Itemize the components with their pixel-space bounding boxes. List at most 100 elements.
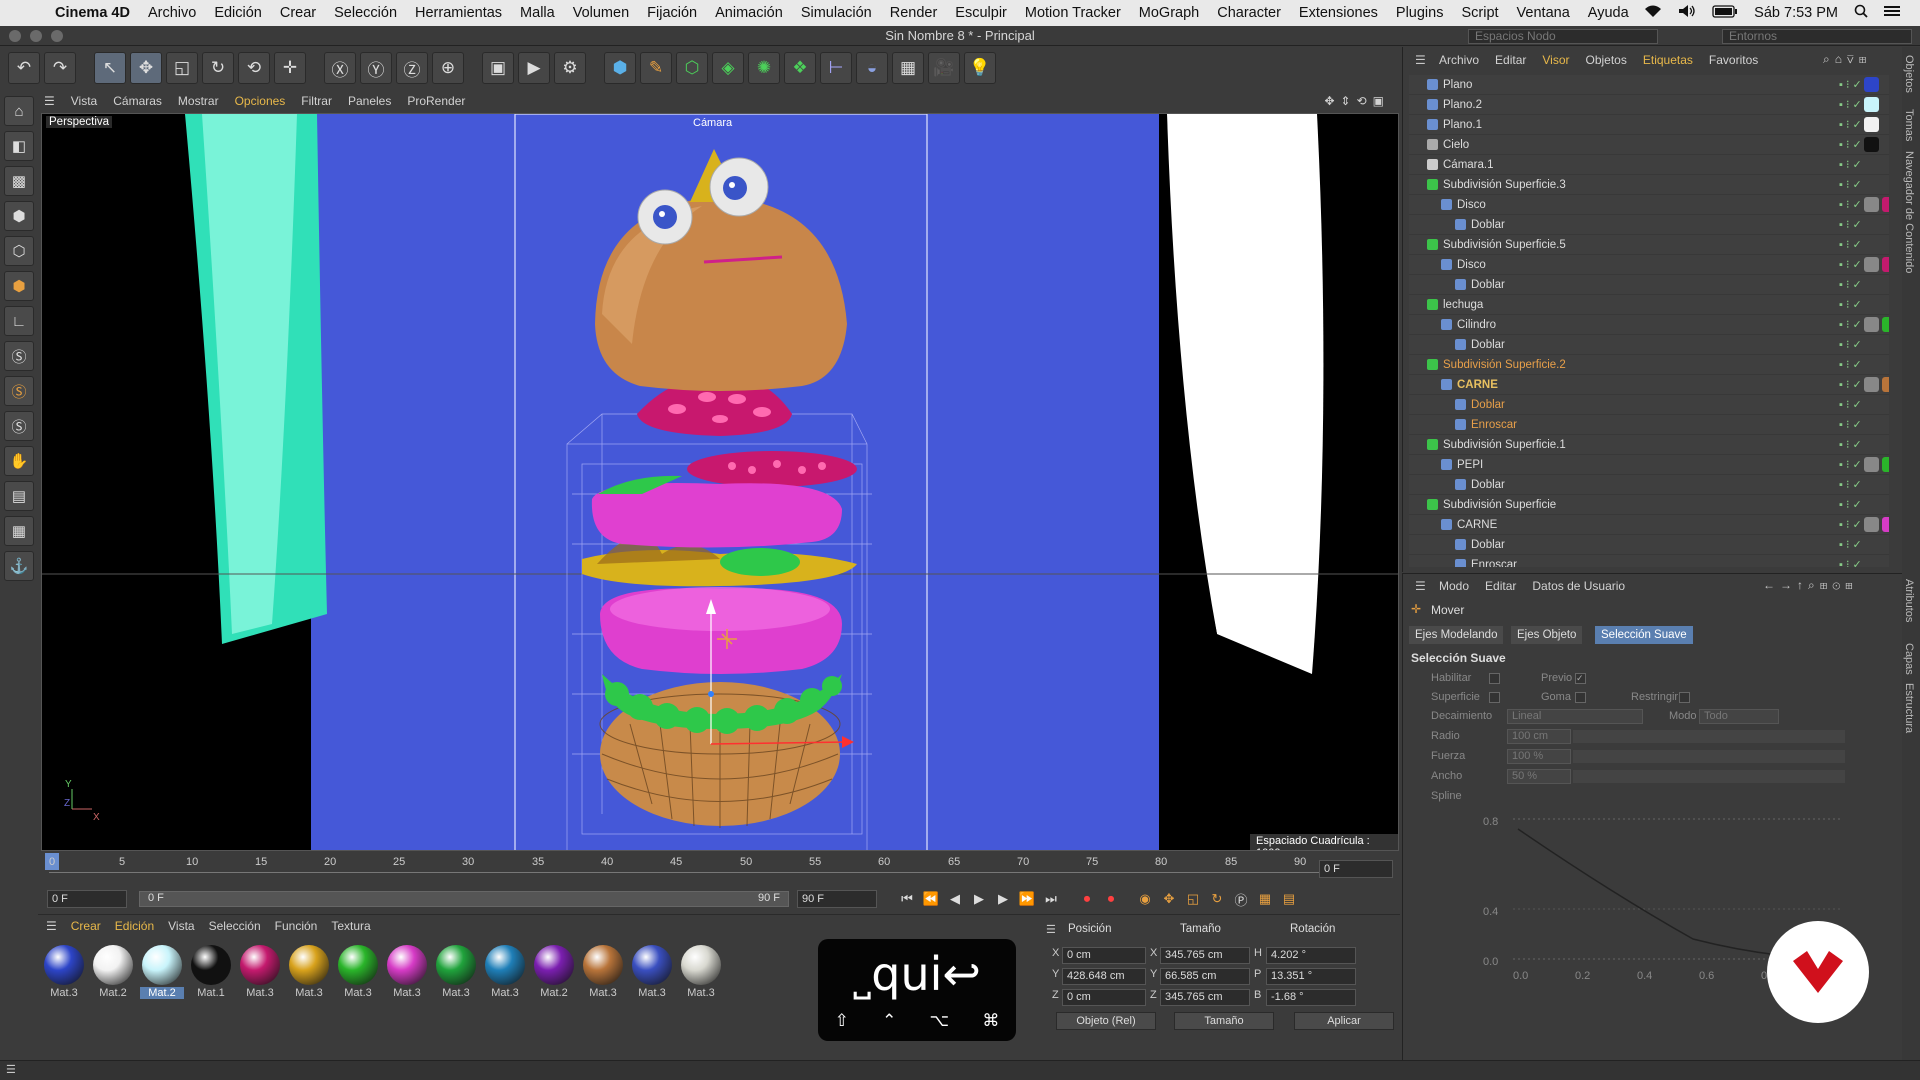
menu-render[interactable]: Render xyxy=(881,5,947,21)
attribute-menu-editar[interactable]: Editar xyxy=(1485,579,1516,593)
object-row[interactable]: Enroscar ▪ ⁝ ✓ xyxy=(1409,555,1889,567)
menu-mograph[interactable]: MoGraph xyxy=(1130,5,1208,21)
material-swatch[interactable]: Mat.3 xyxy=(483,945,527,1003)
subdivision-surface-icon[interactable]: ⬡ xyxy=(676,52,708,84)
object-row[interactable]: Plano.1 ▪ ⁝ ✓ xyxy=(1409,115,1889,135)
key-scale-icon[interactable]: ◱ xyxy=(1181,888,1205,910)
menu-ayuda[interactable]: Ayuda xyxy=(1579,5,1638,21)
material-tag-icon[interactable] xyxy=(1864,257,1879,272)
viewport-menu-vista[interactable]: Vista xyxy=(71,94,97,108)
move-tool-icon[interactable]: ✥ xyxy=(130,52,162,84)
coordinate-system-icon[interactable]: ⊕ xyxy=(432,52,464,84)
object-menu-editar[interactable]: Editar xyxy=(1495,53,1526,67)
object-row[interactable]: lechuga ▪ ⁝ ✓ xyxy=(1409,295,1889,315)
viewport-menu-prorender[interactable]: ProRender xyxy=(407,94,465,108)
viewport-menu-filtrar[interactable]: Filtrar xyxy=(301,94,332,108)
object-row[interactable]: Doblar ▪ ⁝ ✓ xyxy=(1409,215,1889,235)
wifi-icon[interactable] xyxy=(1644,4,1662,22)
object-row[interactable]: Cilindro ▪ ⁝ ✓ xyxy=(1409,315,1889,335)
material-swatch[interactable]: Mat.3 xyxy=(42,945,86,1003)
surface-checkbox[interactable] xyxy=(1489,692,1500,703)
enable-checkbox[interactable] xyxy=(1489,673,1500,684)
viewport-menu-mostrar[interactable]: Mostrar xyxy=(178,94,219,108)
object-name[interactable]: Doblar xyxy=(1471,535,1505,555)
next-frame-icon[interactable]: ▶ xyxy=(991,888,1015,910)
object-row[interactable]: Plano ▪ ⁝ ✓ xyxy=(1409,75,1889,95)
object-name[interactable]: Doblar xyxy=(1471,395,1505,415)
object-name[interactable]: CARNE xyxy=(1457,515,1497,535)
floor-icon[interactable]: ▦ xyxy=(892,52,924,84)
timeline-ruler[interactable]: 0 5 10 15 20 25 30 35 40 45 50 55 60 65 … xyxy=(41,852,1399,886)
object-row[interactable]: CARNE ▪ ⁝ ✓ xyxy=(1409,515,1889,535)
material-tag-icon[interactable] xyxy=(1882,257,1889,272)
visibility-check-icon[interactable]: ▪ ⁝ ✓ xyxy=(1839,255,1862,275)
autokey-icon[interactable]: ⏺ xyxy=(1099,888,1123,910)
previous-frame-icon[interactable]: ◀ xyxy=(943,888,967,910)
key-pla-icon[interactable]: ▦ xyxy=(1253,888,1277,910)
object-row[interactable]: Subdivisión Superficie.5 ▪ ⁝ ✓ xyxy=(1409,235,1889,255)
object-menu-favoritos[interactable]: Favoritos xyxy=(1709,53,1758,67)
object-name[interactable]: lechuga xyxy=(1443,295,1483,315)
key-rotation-icon[interactable]: ↻ xyxy=(1205,888,1229,910)
key-position-icon[interactable]: ✥ xyxy=(1157,888,1181,910)
object-name[interactable]: Plano xyxy=(1443,75,1472,95)
menu-edicion[interactable]: Edición xyxy=(205,5,271,21)
next-key-icon[interactable]: ⏩ xyxy=(1015,888,1039,910)
pen-spline-icon[interactable]: ✎ xyxy=(640,52,672,84)
object-menu-etiquetas[interactable]: Etiquetas xyxy=(1643,53,1693,67)
viewport-hamburger-icon[interactable]: ☰ xyxy=(44,94,55,108)
object-row[interactable]: Subdivisión Superficie.2 ▪ ⁝ ✓ xyxy=(1409,355,1889,375)
object-row[interactable]: Doblar ▪ ⁝ ✓ xyxy=(1409,475,1889,495)
menu-archivo[interactable]: Archivo xyxy=(139,5,205,21)
3d-viewport[interactable]: Perspectiva Cámara Y X Z Espaciado Cuadr… xyxy=(41,113,1399,851)
menu-volumen[interactable]: Volumen xyxy=(564,5,638,21)
model-mode-icon[interactable]: ◧ xyxy=(4,131,34,161)
object-name[interactable]: Doblar xyxy=(1471,275,1505,295)
visibility-check-icon[interactable]: ▪ ⁝ ✓ xyxy=(1839,75,1862,95)
visibility-check-icon[interactable]: ▪ ⁝ ✓ xyxy=(1839,295,1862,315)
play-icon[interactable]: ▶ xyxy=(967,888,991,910)
material-swatch[interactable]: Mat.1 xyxy=(189,945,233,1003)
visibility-check-icon[interactable]: ▪ ⁝ ✓ xyxy=(1839,475,1862,495)
material-swatch[interactable]: Mat.2 xyxy=(140,945,184,1003)
visibility-check-icon[interactable]: ▪ ⁝ ✓ xyxy=(1839,415,1862,435)
cube-primitive-icon[interactable]: ⬢ xyxy=(604,52,636,84)
strength-field[interactable]: 100 % xyxy=(1507,749,1571,764)
object-name[interactable]: Subdivisión Superficie xyxy=(1443,495,1556,515)
object-name[interactable]: Cilindro xyxy=(1457,315,1496,335)
rotation-field[interactable]: -1.68 ° xyxy=(1266,989,1356,1006)
snap-settings-icon[interactable]: Ⓢ xyxy=(4,376,34,406)
object-row[interactable]: Doblar ▪ ⁝ ✓ xyxy=(1409,335,1889,355)
material-tag-icon[interactable] xyxy=(1882,377,1889,392)
object-name[interactable]: Plano.2 xyxy=(1443,95,1482,115)
visibility-check-icon[interactable]: ▪ ⁝ ✓ xyxy=(1839,455,1862,475)
mode-dropdown[interactable]: Todo xyxy=(1699,709,1779,724)
position-field[interactable]: 428.648 cm xyxy=(1062,968,1146,985)
menu-esculpir[interactable]: Esculpir xyxy=(946,5,1016,21)
object-name[interactable]: CARNE xyxy=(1457,375,1498,395)
material-swatch[interactable]: Mat.3 xyxy=(434,945,478,1003)
clock[interactable]: Sáb 7:53 PM xyxy=(1754,5,1838,21)
viewport-menu-opciones[interactable]: Opciones xyxy=(235,94,286,108)
visibility-check-icon[interactable]: ▪ ⁝ ✓ xyxy=(1839,555,1862,567)
field-icon[interactable]: ⊢ xyxy=(820,52,852,84)
size-mode-dropdown[interactable]: Tamaño xyxy=(1174,1012,1274,1030)
menu-script[interactable]: Script xyxy=(1452,5,1507,21)
record-icon[interactable]: ⏺ xyxy=(1075,888,1099,910)
width-field[interactable]: 50 % xyxy=(1507,769,1571,784)
redo-icon[interactable]: ↷ xyxy=(44,52,76,84)
end-frame-field[interactable]: 90 F xyxy=(797,890,877,908)
viewport-menu-camaras[interactable]: Cámaras xyxy=(113,94,162,108)
object-row[interactable]: Doblar ▪ ⁝ ✓ xyxy=(1409,275,1889,295)
node-space-dropdown[interactable]: Espacios Nodo xyxy=(1468,29,1658,44)
object-row[interactable]: Doblar ▪ ⁝ ✓ xyxy=(1409,535,1889,555)
search-icon[interactable] xyxy=(1854,4,1868,22)
axis-mode-icon[interactable]: ∟ xyxy=(4,306,34,336)
object-name[interactable]: Disco xyxy=(1457,195,1486,215)
frame-range-slider[interactable]: 0 F 90 F xyxy=(139,891,789,907)
key-selection-icon[interactable]: ◉ xyxy=(1133,888,1157,910)
visibility-check-icon[interactable]: ▪ ⁝ ✓ xyxy=(1839,175,1862,195)
size-field[interactable]: 345.765 cm xyxy=(1160,947,1250,964)
restrict-checkbox[interactable] xyxy=(1679,692,1690,703)
visibility-check-icon[interactable]: ▪ ⁝ ✓ xyxy=(1839,95,1862,115)
